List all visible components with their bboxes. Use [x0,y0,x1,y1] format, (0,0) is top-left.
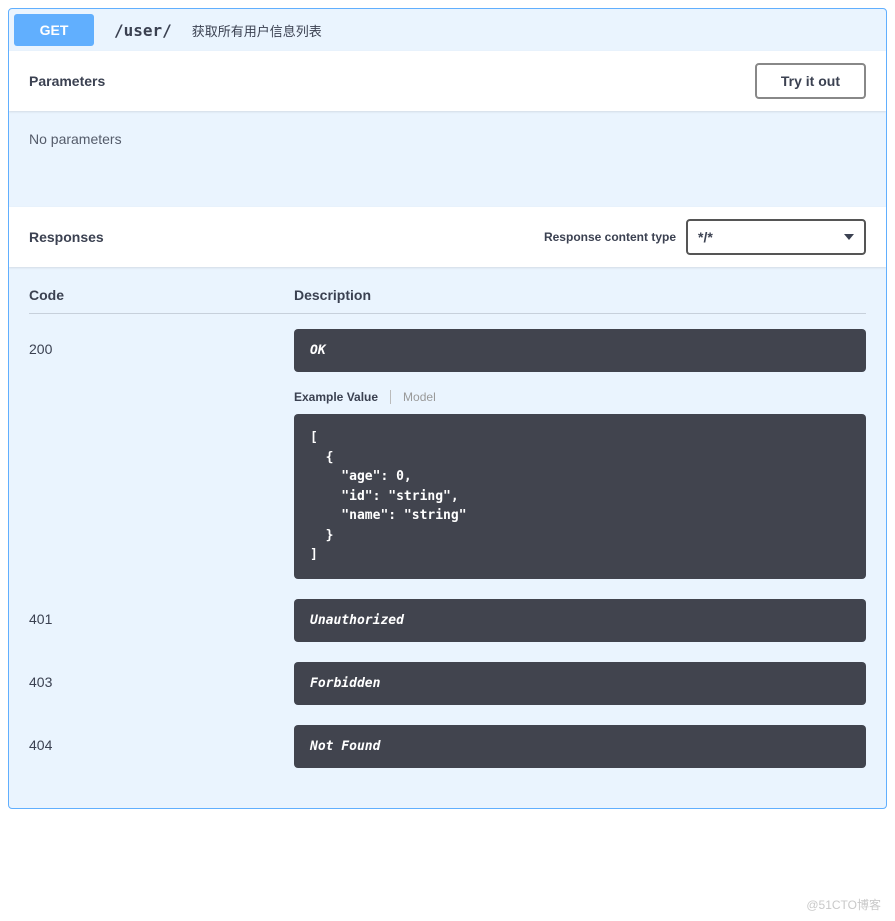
table-head: Code Description [29,287,866,314]
table-row: 401 Unauthorized [29,599,866,642]
response-code: 404 [29,725,294,768]
col-head-description: Description [294,287,866,303]
responses-title: Responses [29,229,104,245]
http-method-badge: GET [14,14,94,46]
response-desc-col: Unauthorized [294,599,866,642]
parameters-title: Parameters [29,73,105,89]
table-row: 200 OK Example Value Model [ { "age": 0,… [29,329,866,579]
response-code: 200 [29,329,294,579]
tab-divider [390,390,391,404]
tab-example-value[interactable]: Example Value [294,390,378,404]
content-type-label: Response content type [544,230,676,244]
response-desc-col: Forbidden [294,662,866,705]
table-row: 404 Not Found [29,725,866,768]
example-code-block[interactable]: [ { "age": 0, "id": "string", "name": "s… [294,414,866,579]
content-type-select-wrap: */* [686,219,866,255]
no-parameters-text: No parameters [29,131,866,187]
table-row: 403 Forbidden [29,662,866,705]
endpoint-description: 获取所有用户信息列表 [192,21,881,40]
response-description: Forbidden [294,662,866,705]
response-description: Unauthorized [294,599,866,642]
content-type-select[interactable]: */* [686,219,866,255]
response-desc-col: OK Example Value Model [ { "age": 0, "id… [294,329,866,579]
col-head-code: Code [29,287,294,303]
endpoint-path: /user/ [104,21,182,40]
responses-header: Responses Response content type */* [9,207,886,267]
try-it-out-button[interactable]: Try it out [755,63,866,99]
model-tabs: Example Value Model [294,390,866,404]
response-code: 401 [29,599,294,642]
response-description: Not Found [294,725,866,768]
parameters-header: Parameters Try it out [9,51,886,111]
responses-table: Code Description 200 OK Example Value Mo… [9,267,886,808]
watermark-text: @51CTO博客 [806,896,881,913]
content-type-wrap: Response content type */* [544,219,866,255]
response-desc-col: Not Found [294,725,866,768]
operation-summary[interactable]: GET /user/ 获取所有用户信息列表 [9,9,886,51]
response-description: OK [294,329,866,372]
response-code: 403 [29,662,294,705]
parameters-body: No parameters [9,111,886,207]
tab-model[interactable]: Model [403,390,436,404]
operation-block: GET /user/ 获取所有用户信息列表 Parameters Try it … [8,8,887,809]
